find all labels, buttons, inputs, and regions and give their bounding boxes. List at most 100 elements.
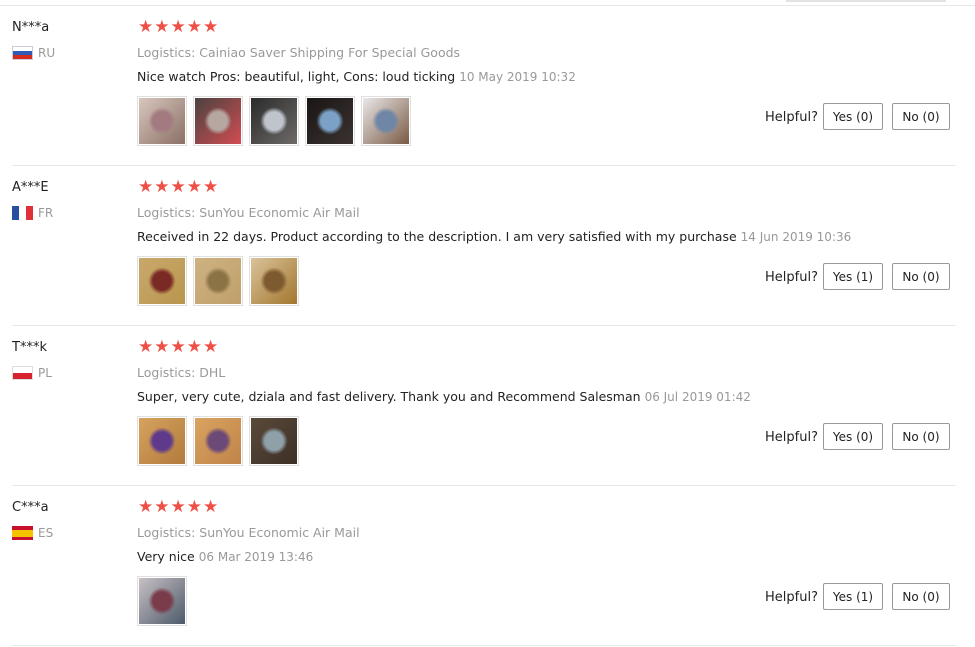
star-icon: ★ bbox=[186, 497, 202, 517]
review-photo[interactable] bbox=[193, 96, 243, 146]
review-photo-image bbox=[251, 98, 297, 144]
reviewer-name: A***E bbox=[12, 180, 49, 195]
helpful-label: Helpful? bbox=[765, 430, 818, 445]
logistics-info: Logistics: SunYou Economic Air Mail bbox=[137, 205, 360, 220]
review-body: Very nice bbox=[137, 549, 195, 564]
review-item: C***a ES ★ ★ ★ ★ ★ Logistics: SunYou Economic A… bbox=[12, 486, 956, 646]
helpful-yes-button[interactable]: Yes (0) bbox=[823, 103, 883, 130]
star-icon: ★ bbox=[154, 177, 170, 197]
review-photo-image bbox=[251, 418, 297, 464]
star-rating: ★ ★ ★ ★ ★ bbox=[138, 178, 218, 196]
review-photo-image bbox=[251, 258, 297, 304]
helpful-label: Helpful? bbox=[765, 270, 818, 285]
star-icon: ★ bbox=[154, 337, 170, 357]
review-photos bbox=[137, 576, 187, 626]
review-photo-image bbox=[195, 258, 241, 304]
review-photo[interactable] bbox=[137, 416, 187, 466]
star-icon: ★ bbox=[186, 177, 202, 197]
reviewer-name: C***a bbox=[12, 500, 49, 515]
reviewer-name: T***k bbox=[12, 340, 47, 355]
review-photo[interactable] bbox=[137, 256, 187, 306]
review-photos bbox=[137, 416, 299, 466]
review-photo[interactable] bbox=[193, 256, 243, 306]
review-date: 10 May 2019 10:32 bbox=[459, 70, 576, 84]
reviewer-name: N***a bbox=[12, 20, 50, 35]
star-icon: ★ bbox=[170, 337, 186, 357]
review-date: 14 Jun 2019 10:36 bbox=[740, 230, 852, 244]
reviewer-country: PL bbox=[12, 366, 52, 380]
star-icon: ★ bbox=[203, 177, 219, 197]
logistics-info: Logistics: DHL bbox=[137, 365, 226, 380]
star-icon: ★ bbox=[203, 497, 219, 517]
review-photo-image bbox=[363, 98, 409, 144]
review-photo[interactable] bbox=[249, 256, 299, 306]
star-icon: ★ bbox=[170, 17, 186, 37]
helpful-label: Helpful? bbox=[765, 590, 818, 605]
country-flag-icon bbox=[12, 366, 33, 380]
review-text: Very nice 06 Mar 2019 13:46 bbox=[137, 549, 313, 564]
star-icon: ★ bbox=[203, 337, 219, 357]
star-icon: ★ bbox=[138, 177, 154, 197]
review-photo[interactable] bbox=[137, 576, 187, 626]
helpful-yes-button[interactable]: Yes (0) bbox=[823, 423, 883, 450]
review-photos bbox=[137, 96, 411, 146]
review-photo-image bbox=[139, 578, 185, 624]
review-date: 06 Jul 2019 01:42 bbox=[644, 390, 751, 404]
review-text: Nice watch Pros: beautiful, light, Cons:… bbox=[137, 69, 576, 84]
star-icon: ★ bbox=[170, 497, 186, 517]
country-flag-icon bbox=[12, 46, 33, 60]
star-rating: ★ ★ ★ ★ ★ bbox=[138, 18, 218, 36]
review-photo[interactable] bbox=[249, 416, 299, 466]
reviewer-country: RU bbox=[12, 46, 55, 60]
star-icon: ★ bbox=[170, 177, 186, 197]
helpful-yes-button[interactable]: Yes (1) bbox=[823, 263, 883, 290]
star-icon: ★ bbox=[203, 17, 219, 37]
helpful-no-button[interactable]: No (0) bbox=[892, 263, 950, 290]
review-photo-image bbox=[195, 98, 241, 144]
star-icon: ★ bbox=[138, 497, 154, 517]
review-body: Super, very cute, dziala and fast delive… bbox=[137, 389, 641, 404]
review-photo-image bbox=[139, 98, 185, 144]
tab-edge bbox=[786, 0, 946, 2]
review-photo[interactable] bbox=[361, 96, 411, 146]
review-photo-image bbox=[307, 98, 353, 144]
country-code: PL bbox=[38, 366, 52, 380]
star-icon: ★ bbox=[186, 337, 202, 357]
review-photo[interactable] bbox=[305, 96, 355, 146]
review-date: 06 Mar 2019 13:46 bbox=[198, 550, 314, 564]
star-icon: ★ bbox=[138, 17, 154, 37]
review-photo[interactable] bbox=[193, 416, 243, 466]
review-photo[interactable] bbox=[249, 96, 299, 146]
star-rating: ★ ★ ★ ★ ★ bbox=[138, 338, 218, 356]
logistics-info: Logistics: SunYou Economic Air Mail bbox=[137, 525, 360, 540]
review-item: A***E FR ★ ★ ★ ★ ★ Logistics: SunYou Economic A… bbox=[12, 166, 956, 326]
review-text: Super, very cute, dziala and fast delive… bbox=[137, 389, 751, 404]
helpful-no-button[interactable]: No (0) bbox=[892, 103, 950, 130]
review-photo-image bbox=[139, 418, 185, 464]
country-code: FR bbox=[38, 206, 54, 220]
reviewer-country: ES bbox=[12, 526, 53, 540]
star-rating: ★ ★ ★ ★ ★ bbox=[138, 498, 218, 516]
star-icon: ★ bbox=[138, 337, 154, 357]
helpful-label: Helpful? bbox=[765, 110, 818, 125]
review-photo-image bbox=[195, 418, 241, 464]
helpful-no-button[interactable]: No (0) bbox=[892, 583, 950, 610]
review-item: T***k PL ★ ★ ★ ★ ★ Logistics: DHL Super, very cu… bbox=[12, 326, 956, 486]
review-body: Received in 22 days. Product according t… bbox=[137, 229, 737, 244]
helpful-yes-button[interactable]: Yes (1) bbox=[823, 583, 883, 610]
review-item: N***a RU ★ ★ ★ ★ ★ Logistics: Cainiao Saver Shi… bbox=[12, 6, 956, 166]
review-text: Received in 22 days. Product according t… bbox=[137, 229, 851, 244]
star-icon: ★ bbox=[186, 17, 202, 37]
reviewer-country: FR bbox=[12, 206, 53, 220]
review-photo-image bbox=[139, 258, 185, 304]
review-photo[interactable] bbox=[137, 96, 187, 146]
star-icon: ★ bbox=[154, 17, 170, 37]
country-flag-icon bbox=[12, 526, 33, 540]
logistics-info: Logistics: Cainiao Saver Shipping For Sp… bbox=[137, 45, 461, 60]
country-code: RU bbox=[38, 46, 56, 60]
review-photos bbox=[137, 256, 299, 306]
review-body: Nice watch Pros: beautiful, light, Cons:… bbox=[137, 69, 456, 84]
helpful-no-button[interactable]: No (0) bbox=[892, 423, 950, 450]
star-icon: ★ bbox=[154, 497, 170, 517]
country-code: ES bbox=[38, 526, 54, 540]
